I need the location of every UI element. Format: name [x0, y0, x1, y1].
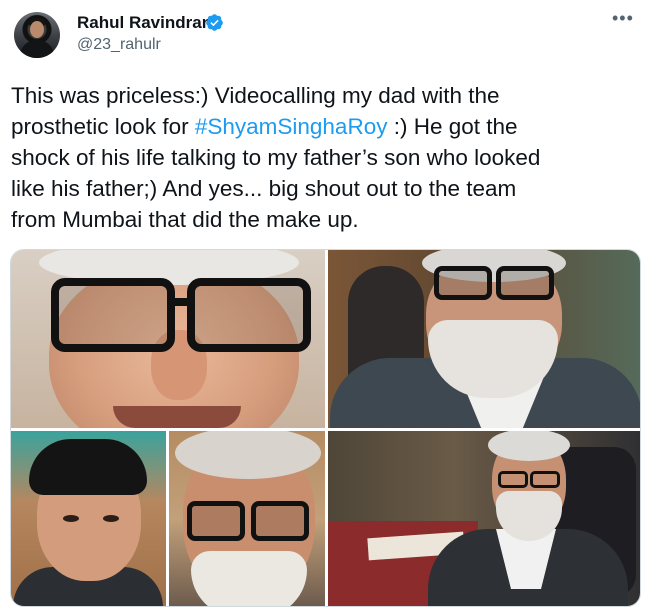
more-options-icon[interactable]: •••	[612, 8, 634, 28]
tweet-line: prosthetic look for #ShyamSinghaRoy :) H…	[11, 114, 518, 139]
tweet-line: This was priceless:) Videocalling my dad…	[11, 83, 500, 108]
tweet-card: Rahul Ravindran @23_rahulr ••• This was …	[0, 0, 650, 609]
media-photo-bearded-man[interactable]	[328, 250, 640, 428]
hashtag-link[interactable]: #ShyamSinghaRoy	[195, 114, 388, 139]
media-grid	[10, 249, 641, 607]
author-handle[interactable]: @23_rahulr	[77, 35, 161, 55]
author-name[interactable]: Rahul Ravindran	[77, 12, 212, 34]
tweet-line: from Mumbai that did the make up.	[11, 207, 359, 232]
media-photo-young-man[interactable]	[11, 431, 166, 606]
profile-avatar[interactable]	[14, 12, 60, 58]
tweet-line: shock of his life talking to my father’s…	[11, 145, 541, 170]
media-photo-prosthetic-makeup[interactable]	[169, 431, 325, 606]
tweet-text: This was priceless:) Videocalling my dad…	[11, 80, 641, 235]
verified-badge-icon	[206, 14, 223, 31]
media-photo-dad-closeup[interactable]	[11, 250, 325, 428]
tweet-line: like his father;) And yes... big shout o…	[11, 176, 517, 201]
media-photo-courtroom[interactable]	[328, 431, 640, 606]
